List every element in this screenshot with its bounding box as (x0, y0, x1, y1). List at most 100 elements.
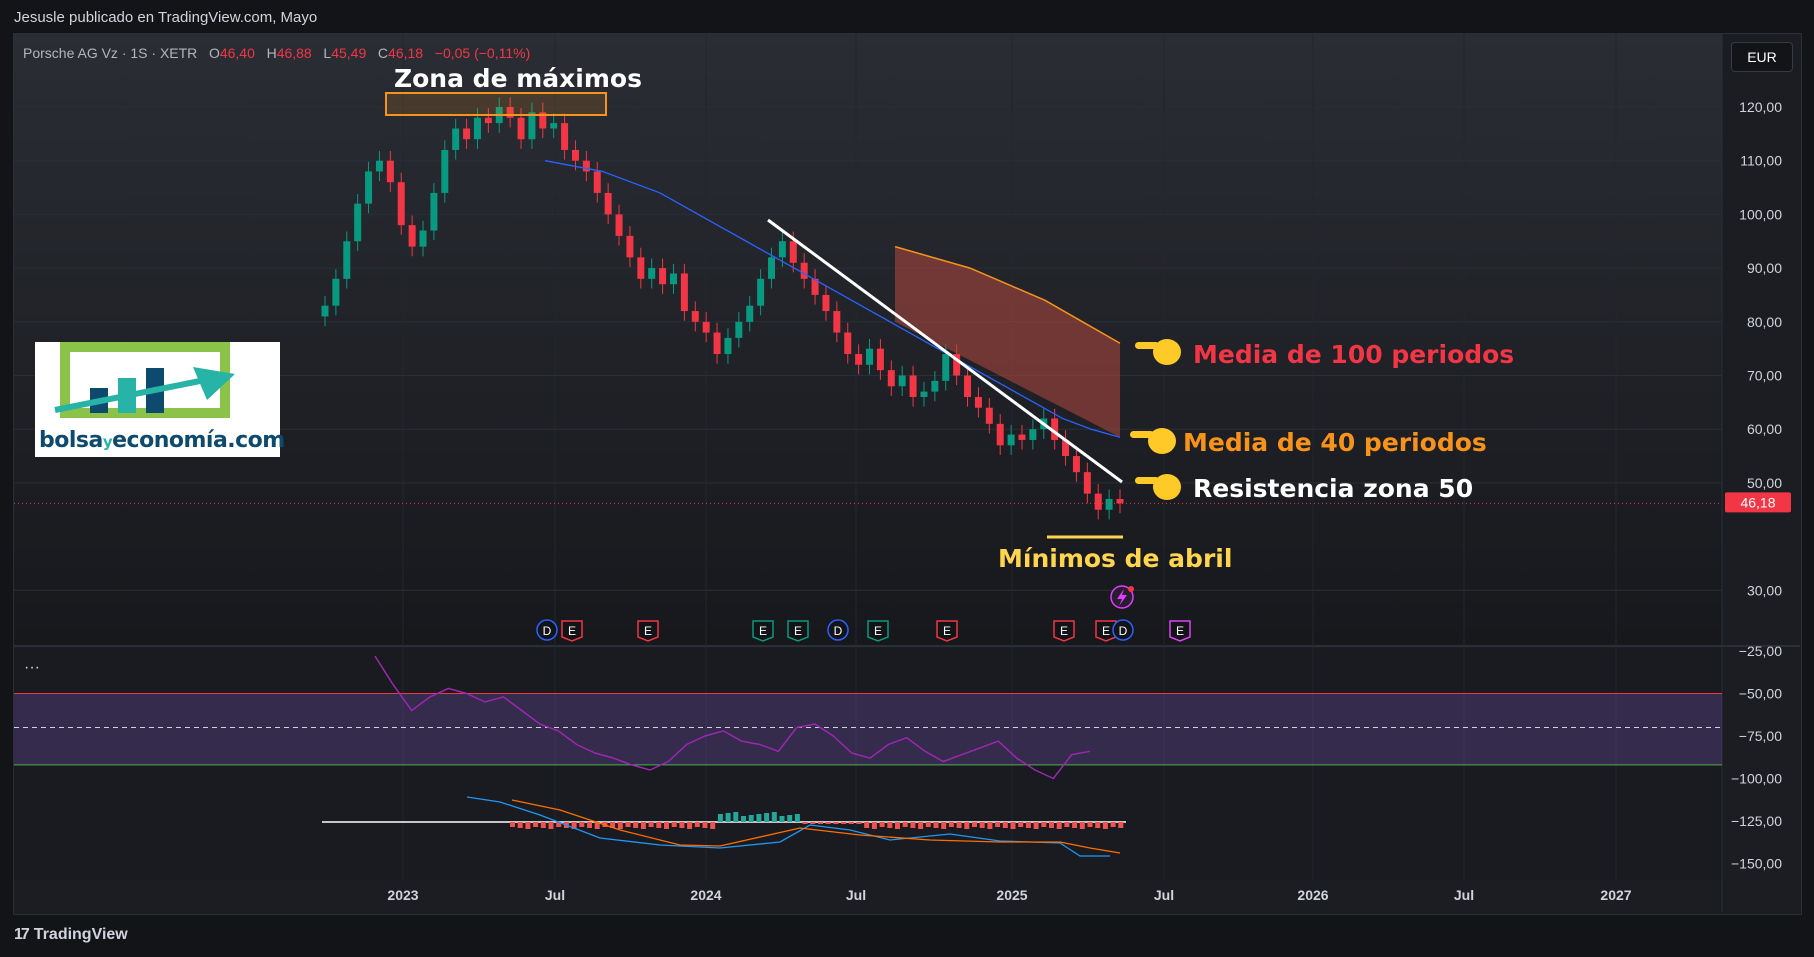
event-label: E (568, 624, 576, 638)
macd-hist-bar (964, 822, 970, 829)
macd-hist-bar (725, 813, 731, 822)
price-tick-label: 80,00 (1747, 314, 1782, 330)
macd-hist-bar (895, 822, 900, 829)
candle-body (365, 171, 373, 204)
macd-hist-bar (702, 822, 708, 828)
macd-hist-bar (972, 822, 977, 827)
event-label: D (834, 624, 843, 638)
candle-body (386, 160, 394, 183)
time-tick-label: Jul (846, 887, 866, 903)
candle-body (517, 117, 525, 140)
earnings-marker: E (787, 620, 809, 642)
candle-body (484, 117, 492, 124)
macd-hist-bar (794, 814, 800, 822)
tradingview-footer[interactable]: 17 TradingView (14, 926, 128, 944)
macd-hist-bar (525, 822, 531, 829)
macd-hist-bar (587, 822, 592, 828)
macd-hist-bar (1072, 822, 1078, 828)
candle-body (648, 268, 656, 279)
event-label: E (794, 624, 802, 638)
macd-hist-bar (841, 822, 847, 824)
candle-body (637, 257, 645, 279)
macd-hist-bar (717, 814, 723, 822)
candle-body (550, 123, 558, 129)
candle-body (452, 128, 460, 150)
symbol-name[interactable]: Porsche AG Vz · 1S · XETR (23, 45, 197, 61)
macd-hist-bar (941, 822, 947, 829)
macd-hist-bar (548, 822, 554, 829)
candle-body (1029, 429, 1037, 440)
macd-hist-bar (517, 822, 523, 828)
macd-hist-bar (879, 822, 885, 827)
chart-canvas[interactable]: 120,00 110,00 100,00 90,00 80,00 70,00 60,00 50… (0, 0, 1814, 957)
macd-hist-bar (802, 822, 808, 824)
macd-hist-bar (995, 822, 1001, 827)
price-tick-label: 30,00 (1747, 582, 1782, 598)
alert-dot (1128, 586, 1134, 592)
macd-hist-bar (1079, 822, 1085, 829)
macd-hist-bar (1064, 822, 1070, 827)
macd-hist-bar (648, 822, 654, 827)
candle-body (375, 160, 383, 172)
event-label: E (874, 624, 882, 638)
oscillator-tick-label: −25,00 (1739, 643, 1782, 659)
candle-body (855, 354, 863, 365)
macd-hist-bar (948, 822, 954, 827)
macd-hist-bar (625, 822, 631, 827)
macd-hist-bar (871, 822, 877, 829)
oscillator-tick-label: −100,00 (1731, 771, 1782, 787)
indicator-menu-button[interactable]: ··· (24, 659, 40, 677)
candle-body (822, 294, 830, 312)
currency-button[interactable]: EUR (1731, 42, 1793, 72)
close-label: C (377, 45, 389, 61)
oscillator-band (14, 693, 1722, 765)
candle-body (724, 337, 732, 355)
oscillator-tick-label: −50,00 (1739, 686, 1782, 702)
high-label: H (266, 45, 277, 61)
candle-body (626, 235, 634, 258)
candle-body (909, 375, 917, 397)
time-tick-label: 2026 (1297, 887, 1328, 903)
candle-body (996, 423, 1004, 446)
candle-body (669, 273, 677, 285)
macd-hist-bar (733, 812, 739, 822)
dividend-marker: D (536, 619, 558, 641)
price-tick-label: 110,00 (1740, 153, 1782, 169)
candle-body (757, 278, 765, 306)
macd-hist-bar (710, 822, 716, 829)
time-tick-label: Jul (1154, 887, 1174, 903)
candle-body (593, 171, 601, 193)
candle-body (844, 332, 852, 355)
candle-body (408, 225, 416, 247)
macd-hist-bar (533, 822, 539, 827)
candle-body (768, 257, 776, 279)
macd-hist-bar (902, 822, 908, 827)
earnings-marker: E (561, 620, 583, 642)
macd-hist-bar (779, 816, 785, 822)
macd-hist-bar (679, 822, 685, 828)
symbol-header[interactable]: Porsche AG Vz · 1S · XETR O46,40 H46,88 … (23, 45, 530, 61)
candle-body (778, 241, 786, 258)
close-value: 46,18 (388, 45, 424, 61)
event-label: E (1060, 624, 1068, 638)
candle-body (833, 311, 841, 333)
earnings-marker: E (1053, 620, 1075, 642)
macd-hist-bar (756, 814, 762, 822)
price-axis: 120,00 110,00 100,00 90,00 80,00 70,00 60,00 50… (1739, 99, 1782, 598)
macd-hist-bar (925, 822, 931, 827)
time-tick-label: 2027 (1600, 887, 1631, 903)
event-label: D (1119, 624, 1128, 638)
candle-body (419, 230, 427, 247)
macd-hist-bar (510, 822, 515, 827)
time-tick-label: 2024 (690, 887, 721, 903)
candle-body (528, 112, 536, 140)
candle-body (713, 332, 721, 355)
macd-hist-bar (818, 822, 823, 824)
candle-body (898, 375, 906, 387)
macd-hist-bar (864, 822, 870, 828)
macd-hist-bar (687, 822, 693, 829)
candle-body (735, 321, 743, 338)
candle-body (659, 268, 667, 285)
macd-hist-bar (1018, 822, 1024, 827)
candle-body (397, 182, 405, 226)
